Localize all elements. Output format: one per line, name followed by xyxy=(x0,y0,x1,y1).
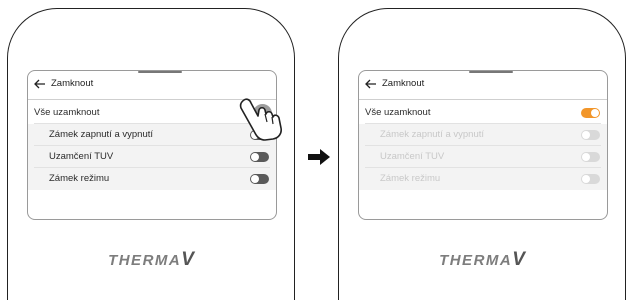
lock-all-label: Vše uzamknout xyxy=(365,107,431,118)
list-item[interactable]: Uzamčení TUV xyxy=(28,146,276,168)
therma-v-logo: THERMAV xyxy=(8,249,294,271)
mode-lock-toggle xyxy=(581,174,600,184)
back-arrow-icon[interactable] xyxy=(365,79,377,89)
drag-handle xyxy=(138,71,182,73)
list-item: Zámek zapnutí a vypnutí xyxy=(359,124,607,146)
lock-all-label: Vše uzamknout xyxy=(34,107,100,118)
controller-after: Zamknout Vše uzamknout Zámek zapnutí a v… xyxy=(338,8,626,300)
screen-header: Zamknout xyxy=(359,75,607,100)
controller-before: Zamknout Vše uzamknout Zámek zapnutí a v… xyxy=(7,8,295,300)
power-lock-label: Zámek zapnutí a vypnutí xyxy=(380,129,485,140)
page-title: Zamknout xyxy=(382,78,425,89)
header-divider xyxy=(359,99,607,100)
dhw-lock-label: Uzamčení TUV xyxy=(380,151,445,162)
page-title: Zamknout xyxy=(51,78,94,89)
logo-text: THERMA xyxy=(439,252,513,269)
back-arrow-icon[interactable] xyxy=(34,79,46,89)
list-item: Zámek režimu xyxy=(359,168,607,190)
drag-handle xyxy=(469,71,513,73)
logo-v: V xyxy=(181,249,194,270)
dhw-lock-toggle xyxy=(581,152,600,162)
dhw-lock-toggle[interactable] xyxy=(250,152,269,162)
right-arrow-icon xyxy=(308,149,330,165)
mode-lock-label: Zámek režimu xyxy=(380,173,441,184)
mode-lock-toggle[interactable] xyxy=(250,174,269,184)
logo-v: V xyxy=(512,249,525,270)
mode-lock-label: Zámek režimu xyxy=(49,173,110,184)
list-item: Uzamčení TUV xyxy=(359,146,607,168)
list-item[interactable]: Zámek režimu xyxy=(28,168,276,190)
therma-v-logo: THERMAV xyxy=(339,249,625,271)
screen-header: Zamknout xyxy=(28,75,276,100)
logo-text: THERMA xyxy=(108,252,182,269)
pointing-hand-icon xyxy=(239,98,282,141)
power-lock-toggle xyxy=(581,130,600,140)
lock-all-row[interactable]: Vše uzamknout xyxy=(359,102,607,124)
lock-screen-after: Zamknout Vše uzamknout Zámek zapnutí a v… xyxy=(358,70,608,220)
power-lock-label: Zámek zapnutí a vypnutí xyxy=(49,129,154,140)
lock-screen-before: Zamknout Vše uzamknout Zámek zapnutí a v… xyxy=(27,70,277,220)
lock-all-toggle[interactable] xyxy=(581,108,600,118)
dhw-lock-label: Uzamčení TUV xyxy=(49,151,114,162)
